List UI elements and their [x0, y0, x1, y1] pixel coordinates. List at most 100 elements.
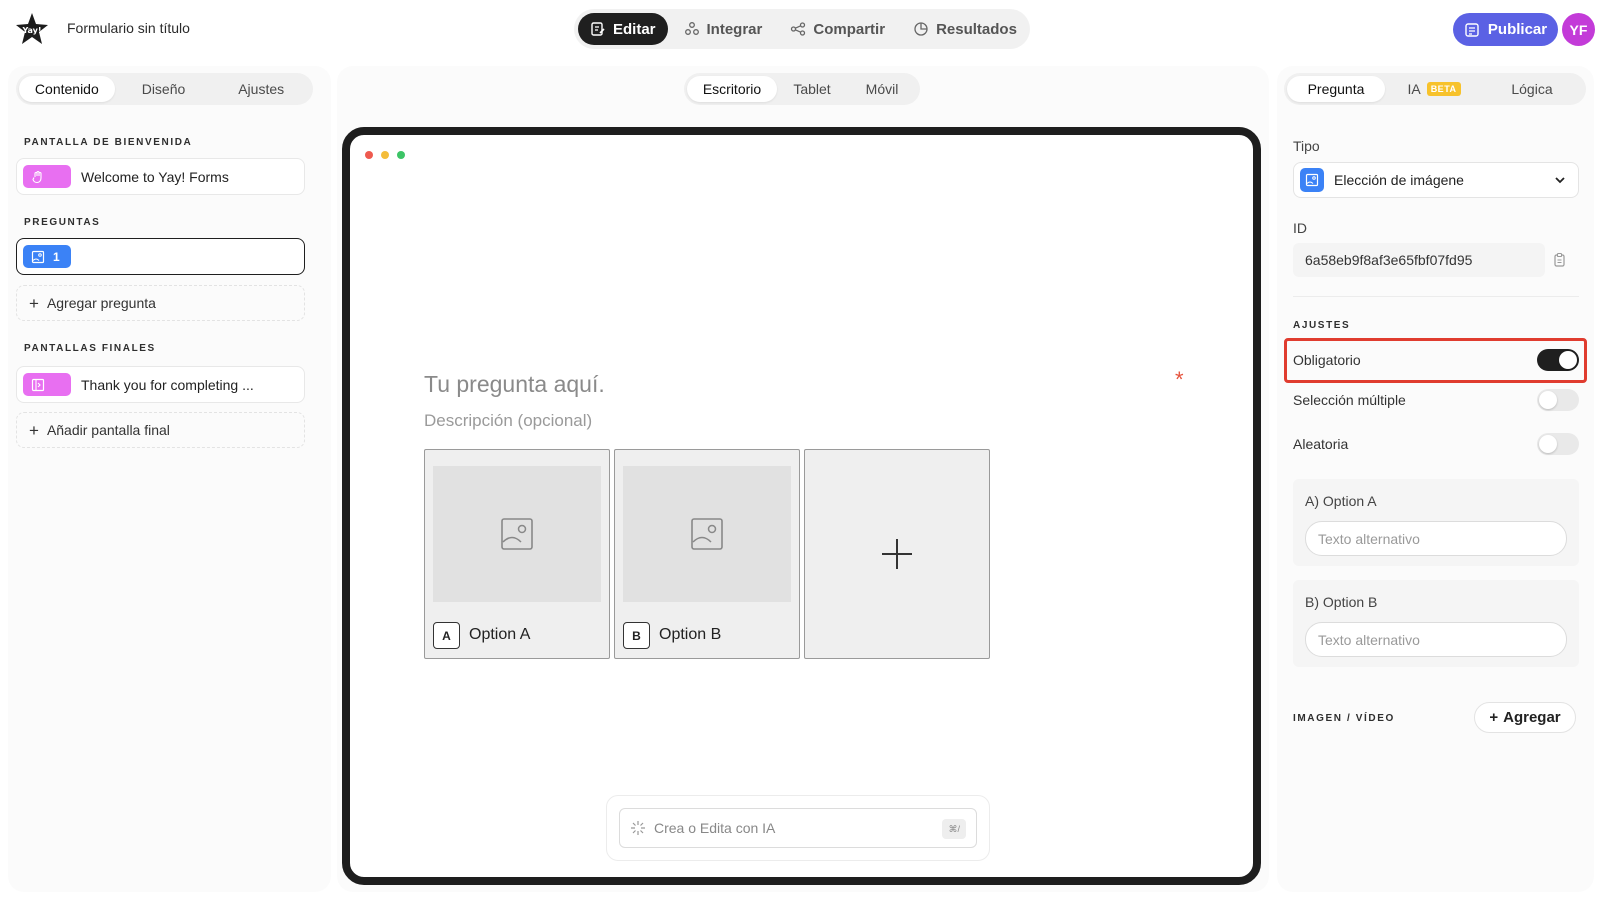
setting-seleccion-multiple: Selección múltiple	[1293, 382, 1579, 418]
add-ending-label: Añadir pantalla final	[46, 422, 170, 438]
hand-icon	[31, 170, 45, 184]
tab-tablet[interactable]: Tablet	[777, 76, 847, 102]
tab-diseno[interactable]: Diseño	[115, 76, 213, 102]
option-a-image[interactable]	[433, 466, 601, 602]
aleatoria-toggle[interactable]	[1537, 433, 1579, 455]
ai-input[interactable]: Crea o Edita con IA ⌘/	[619, 808, 977, 848]
type-label: Tipo	[1293, 138, 1320, 154]
chevron-down-icon	[1554, 174, 1566, 186]
share-icon	[790, 21, 806, 37]
question-item[interactable]: 1	[16, 238, 305, 275]
welcome-section-label: PANTALLA DE BIENVENIDA	[24, 137, 193, 148]
toggle-knob	[1539, 435, 1557, 453]
window-dots	[365, 151, 405, 159]
publish-button[interactable]: Publicar	[1453, 13, 1558, 46]
minimize-dot	[381, 151, 389, 159]
tab-logica[interactable]: Lógica	[1483, 76, 1581, 102]
image-choice-icon	[31, 250, 45, 264]
tab-pregunta[interactable]: Pregunta	[1287, 76, 1385, 102]
tab-escritorio[interactable]: Escritorio	[687, 76, 777, 102]
ai-placeholder: Crea o Edita con IA	[654, 820, 776, 836]
divider	[1293, 296, 1579, 297]
ai-assistant-box: Crea o Edita con IA ⌘/	[606, 795, 990, 861]
nav-integrar-label: Integrar	[706, 20, 763, 38]
tab-ia[interactable]: IA BETA	[1385, 76, 1483, 102]
tab-contenido[interactable]: Contenido	[19, 76, 115, 102]
option-b-label[interactable]: Option B	[659, 626, 721, 644]
left-tabs: Contenido Diseño Ajustes	[16, 73, 313, 105]
nav-integrar[interactable]: Integrar	[672, 13, 775, 45]
nav-compartir[interactable]: Compartir	[778, 13, 897, 45]
required-asterisk: *	[1175, 367, 1184, 392]
settings-section-label: AJUSTES	[1293, 320, 1351, 331]
media-section-label: IMAGEN / VÍDEO	[1293, 713, 1395, 724]
question-description[interactable]: Descripción (opcional)	[424, 411, 592, 431]
device-frame: Tu pregunta aquí. Descripción (opcional)…	[342, 127, 1261, 885]
user-avatar[interactable]: YF	[1562, 13, 1595, 46]
add-ending-button[interactable]: + Añadir pantalla final	[16, 412, 305, 448]
add-media-button[interactable]: + Agregar	[1474, 702, 1576, 733]
nav-compartir-label: Compartir	[813, 20, 886, 38]
yay-forms-logo[interactable]: Yay!	[14, 11, 50, 47]
question-type-select[interactable]: Elección de imágene	[1293, 162, 1579, 198]
choice-a-alt-text-input[interactable]	[1305, 521, 1567, 556]
choice-a-label: A) Option A	[1305, 493, 1377, 509]
top-bar: Yay! Formulario sin título Editar Integr…	[0, 0, 1600, 58]
image-choice-icon	[1300, 168, 1324, 192]
sparkle-icon	[630, 820, 646, 836]
image-placeholder-icon	[500, 517, 534, 551]
add-option-card[interactable]	[804, 449, 990, 659]
tab-movil[interactable]: Móvil	[847, 76, 917, 102]
close-dot	[365, 151, 373, 159]
option-a-label[interactable]: Option A	[469, 626, 530, 644]
option-card-a[interactable]: A Option A	[424, 449, 610, 659]
tab-ajustes[interactable]: Ajustes	[212, 76, 310, 102]
id-label: ID	[1293, 220, 1307, 236]
seleccion-multiple-toggle[interactable]	[1537, 389, 1579, 411]
main-nav: Editar Integrar Compartir Resultados	[574, 9, 1030, 49]
welcome-item-text: Welcome to Yay! Forms	[81, 168, 229, 185]
device-tabs: Escritorio Tablet Móvil	[684, 73, 920, 105]
question-number: 1	[53, 249, 60, 264]
exit-icon	[31, 378, 45, 392]
ending-item-text: Thank you for completing ...	[81, 376, 254, 393]
publish-icon	[1464, 22, 1480, 38]
option-a-key: A	[433, 622, 460, 649]
ending-chip	[23, 373, 71, 396]
image-placeholder-icon	[690, 517, 724, 551]
edit-icon	[590, 21, 606, 37]
obligatorio-toggle[interactable]	[1537, 349, 1579, 371]
add-question-label: Agregar pregunta	[46, 295, 156, 311]
welcome-screen-item[interactable]: Welcome to Yay! Forms	[16, 158, 305, 195]
nav-resultados-label: Resultados	[936, 20, 1017, 38]
toggle-knob	[1539, 391, 1557, 409]
option-b-image[interactable]	[623, 466, 791, 602]
obligatorio-label: Obligatorio	[1293, 352, 1361, 368]
maximize-dot	[397, 151, 405, 159]
publish-label: Publicar	[1487, 21, 1548, 38]
toggle-knob	[1559, 351, 1577, 369]
choice-settings-a: A) Option A	[1293, 479, 1579, 566]
tab-ia-label: IA	[1407, 81, 1421, 97]
option-card-b[interactable]: B Option B	[614, 449, 800, 659]
question-id-field[interactable]: 6a58eb9f8af3e65fbf07fd95	[1293, 243, 1545, 277]
add-question-button[interactable]: + Agregar pregunta	[16, 285, 305, 321]
aleatoria-label: Aleatoria	[1293, 436, 1349, 452]
plus-icon: +	[29, 293, 39, 313]
chart-icon	[913, 21, 929, 37]
endings-section-label: PANTALLAS FINALES	[24, 343, 156, 354]
setting-obligatorio: Obligatorio	[1293, 342, 1579, 378]
copy-icon[interactable]	[1552, 252, 1568, 268]
svg-text:Yay!: Yay!	[21, 26, 41, 35]
choice-b-alt-text-input[interactable]	[1305, 622, 1567, 657]
questions-section-label: PREGUNTAS	[24, 217, 101, 228]
form-title[interactable]: Formulario sin título	[67, 20, 190, 36]
nav-editar[interactable]: Editar	[578, 13, 668, 45]
plus-icon: +	[1489, 709, 1499, 726]
add-media-label: Agregar	[1503, 709, 1561, 726]
ending-screen-item[interactable]: Thank you for completing ...	[16, 366, 305, 403]
question-title[interactable]: Tu pregunta aquí.	[424, 371, 605, 398]
question-type-value: Elección de imágene	[1334, 172, 1464, 188]
setting-aleatoria: Aleatoria	[1293, 426, 1579, 462]
nav-resultados[interactable]: Resultados	[901, 13, 1029, 45]
